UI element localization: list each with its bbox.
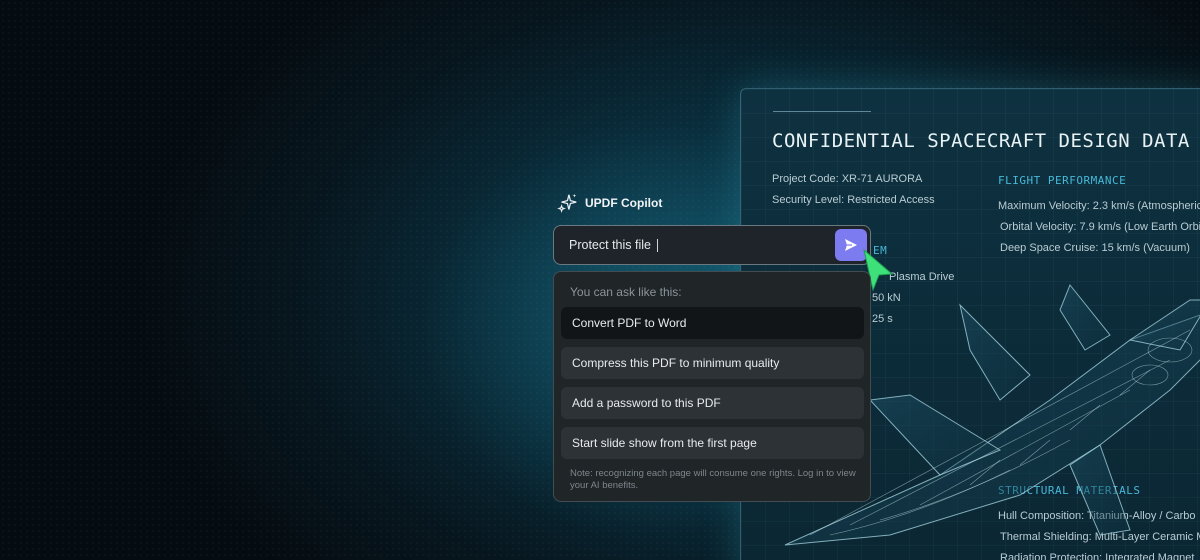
security-level: Security Level: Restricted Access xyxy=(772,194,935,206)
suggestion-add-password[interactable]: Add a password to this PDF xyxy=(561,387,864,419)
prompt-input[interactable]: Protect this file xyxy=(553,225,871,265)
benefits-note: Note: recognizing each page will consume… xyxy=(570,468,856,491)
flight-item: Maximum Velocity: 2.3 km/s (Atmospheric xyxy=(998,200,1200,212)
suggestion-compress-pdf[interactable]: Compress this PDF to minimum quality xyxy=(561,347,864,379)
suggestion-convert-pdf-to-word[interactable]: Convert PDF to Word xyxy=(561,307,864,339)
document-title: CONFIDENTIAL SPACECRAFT DESIGN DATA xyxy=(772,130,1190,152)
suggestion-start-slideshow[interactable]: Start slide show from the first page xyxy=(561,427,864,459)
sparkle-icon xyxy=(557,193,577,213)
project-code: Project Code: XR-71 AURORA xyxy=(772,173,923,185)
copilot-title: UPDF Copilot xyxy=(585,196,663,210)
flight-performance-heading: FLIGHT PERFORMANCE xyxy=(998,174,1127,187)
flight-item: Deep Space Cruise: 15 km/s (Vacuum) xyxy=(1000,242,1190,254)
text-caret xyxy=(656,238,658,252)
copilot-header: UPDF Copilot xyxy=(557,192,662,214)
prompt-input-value: Protect this file xyxy=(569,238,651,252)
suggestions-heading: You can ask like this: xyxy=(570,285,682,299)
suggestions-panel: You can ask like this: Convert PDF to Wo… xyxy=(553,271,871,502)
document-rule xyxy=(773,111,871,112)
send-icon xyxy=(845,239,857,251)
flight-item: Orbital Velocity: 7.9 km/s (Low Earth Or… xyxy=(1000,221,1200,233)
